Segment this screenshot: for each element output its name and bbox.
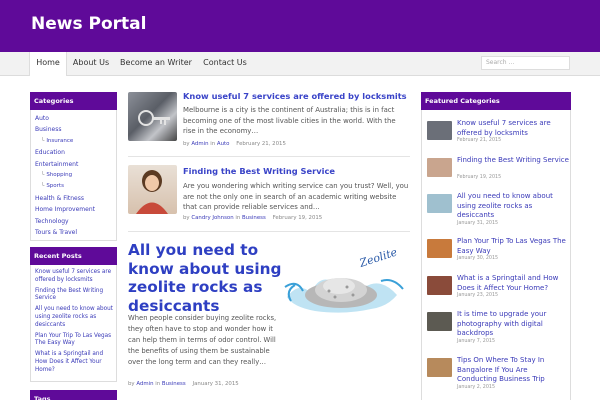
featured-categories-heading: Featured Categories — [421, 92, 571, 110]
featured-item-date: February 21, 2015 — [457, 138, 502, 143]
category-link[interactable]: Health & Fitness — [35, 193, 116, 204]
featured-item-date: January 7, 2015 — [457, 339, 496, 344]
categories-widget: Categories Auto Business └ Insurance Educ… — [30, 92, 117, 242]
person-icon — [136, 170, 168, 214]
featured-thumbnail[interactable] — [427, 239, 452, 258]
featured-thumbnail[interactable] — [427, 312, 452, 331]
featured-item[interactable]: Plan Your Trip To Las Vegas The Easy Way… — [427, 237, 569, 273]
post-excerpt: Are you wondering which writing service … — [183, 182, 409, 212]
key-icon — [138, 110, 170, 126]
featured-item[interactable]: Know useful 7 services are offered by lo… — [427, 119, 569, 155]
post-meta: by Candry Johnson in Business February 1… — [183, 215, 323, 221]
featured-item[interactable]: Tips On Where To Stay In Bangalore If Yo… — [427, 356, 569, 392]
featured-categories-widget: Featured Categories Know useful 7 servic… — [421, 92, 571, 400]
featured-thumbnail[interactable] — [427, 121, 452, 140]
featured-thumbnail[interactable] — [427, 158, 452, 177]
featured-item-date: January 30, 2015 — [457, 256, 499, 261]
category-link[interactable]: Education — [35, 147, 116, 158]
featured-post-meta: by Admin in Business January 31, 2015 — [128, 381, 239, 387]
category-link[interactable]: Technology — [35, 216, 116, 227]
featured-post-title[interactable]: All you need to know about using zeolite… — [128, 241, 283, 315]
featured-thumbnail[interactable] — [427, 358, 452, 377]
tags-widget: Tags — [30, 390, 117, 400]
category-link[interactable]: Entertainment — [35, 159, 116, 170]
featured-item-title[interactable]: Tips On Where To Stay In Bangalore If Yo… — [457, 356, 569, 385]
featured-thumbnail[interactable] — [427, 194, 452, 213]
post-title[interactable]: Know useful 7 services are offered by lo… — [183, 91, 407, 101]
post-author-link[interactable]: Candry Johnson — [191, 215, 233, 221]
subcategory-link[interactable]: └ Sports — [35, 181, 116, 192]
featured-item-title[interactable]: Plan Your Trip To Las Vegas The Easy Way — [457, 237, 569, 256]
post-meta: by Admin in Auto February 21, 2015 — [183, 141, 286, 147]
tags-heading: Tags — [30, 390, 117, 400]
post-category-link[interactable]: Business — [242, 215, 266, 221]
featured-item[interactable]: All you need to know about using zeolite… — [427, 192, 569, 228]
featured-item-title[interactable]: What is a Springtail and How Does it Aff… — [457, 274, 569, 293]
post-date: January 31, 2015 — [192, 381, 239, 387]
subcategory-corner-icon: └ — [41, 137, 45, 144]
recent-post-link[interactable]: All you need to know about using zeolite… — [35, 306, 113, 329]
featured-item-date: February 19, 2015 — [457, 175, 502, 180]
featured-list: Know useful 7 services are offered by lo… — [421, 110, 571, 400]
post-author-link[interactable]: Admin — [191, 141, 208, 147]
featured-item[interactable]: Finding the Best Writing Service Februar… — [427, 156, 569, 192]
featured-post-excerpt: When people consider buying zeolite rock… — [128, 314, 277, 367]
post-thumbnail[interactable] — [128, 165, 177, 214]
featured-item-date: January 2, 2015 — [457, 385, 496, 390]
search-input[interactable]: Search ... — [481, 56, 570, 70]
nav-contact-us[interactable]: Contact Us — [198, 52, 252, 76]
category-link[interactable]: Home Improvement — [35, 204, 116, 215]
subcategory-link[interactable]: └ Insurance — [35, 136, 116, 147]
subcategory-link[interactable]: └ Shopping — [35, 170, 116, 181]
nav-become-writer[interactable]: Become an Writer — [116, 52, 196, 76]
post-divider — [128, 156, 410, 157]
category-link[interactable]: Business — [35, 124, 116, 135]
category-link[interactable]: Tours & Travel — [35, 227, 116, 238]
featured-item-title[interactable]: Finding the Best Writing Service — [457, 156, 569, 166]
nav-home[interactable]: Home — [29, 52, 67, 76]
post-author-link[interactable]: Admin — [136, 381, 153, 387]
featured-item-title[interactable]: All you need to know about using zeolite… — [457, 192, 569, 221]
featured-item[interactable]: It is time to upgrade your photography w… — [427, 310, 569, 346]
recent-post-link[interactable]: What is a Springtail and How Does it Aff… — [35, 351, 113, 374]
zeolite-image[interactable]: Zeolite — [281, 241, 408, 319]
subcategory-corner-icon: └ — [41, 171, 45, 178]
featured-item[interactable]: What is a Springtail and How Does it Aff… — [427, 274, 569, 310]
post-thumbnail[interactable] — [128, 92, 177, 141]
recent-post-link[interactable]: Finding the Best Writing Service — [35, 288, 113, 304]
post-date: February 19, 2015 — [272, 215, 323, 221]
subcategory-corner-icon: └ — [41, 183, 45, 190]
site-header: News Portal — [0, 0, 600, 52]
post-category-link[interactable]: Auto — [217, 141, 230, 147]
nav-about-us[interactable]: About Us — [68, 52, 114, 76]
recent-post-link[interactable]: Plan Your Trip To Las Vegas The Easy Way — [35, 333, 113, 349]
featured-item-date: January 31, 2015 — [457, 221, 499, 226]
category-link[interactable]: Auto — [35, 113, 116, 124]
post-date: February 21, 2015 — [236, 141, 286, 147]
categories-heading: Categories — [30, 92, 117, 110]
recent-posts-heading: Recent Posts — [30, 247, 117, 265]
post-excerpt: Melbourne is a city is the continent of … — [183, 106, 396, 136]
featured-thumbnail[interactable] — [427, 276, 452, 295]
featured-item-title[interactable]: It is time to upgrade your photography w… — [457, 310, 569, 339]
site-title[interactable]: News Portal — [31, 14, 146, 34]
recent-posts-widget: Recent Posts Know useful 7 services are … — [30, 247, 117, 382]
post-divider — [128, 231, 410, 232]
post-title[interactable]: Finding the Best Writing Service — [183, 166, 335, 176]
recent-post-link[interactable]: Know useful 7 services are offered by lo… — [35, 269, 113, 285]
categories-list: Auto Business └ Insurance Education Enter… — [30, 110, 117, 242]
post-category-link[interactable]: Business — [162, 381, 186, 387]
featured-item-title[interactable]: Know useful 7 services are offered by lo… — [457, 119, 569, 138]
featured-item-date: January 23, 2015 — [457, 293, 499, 298]
recent-posts-list: Know useful 7 services are offered by lo… — [30, 265, 117, 382]
